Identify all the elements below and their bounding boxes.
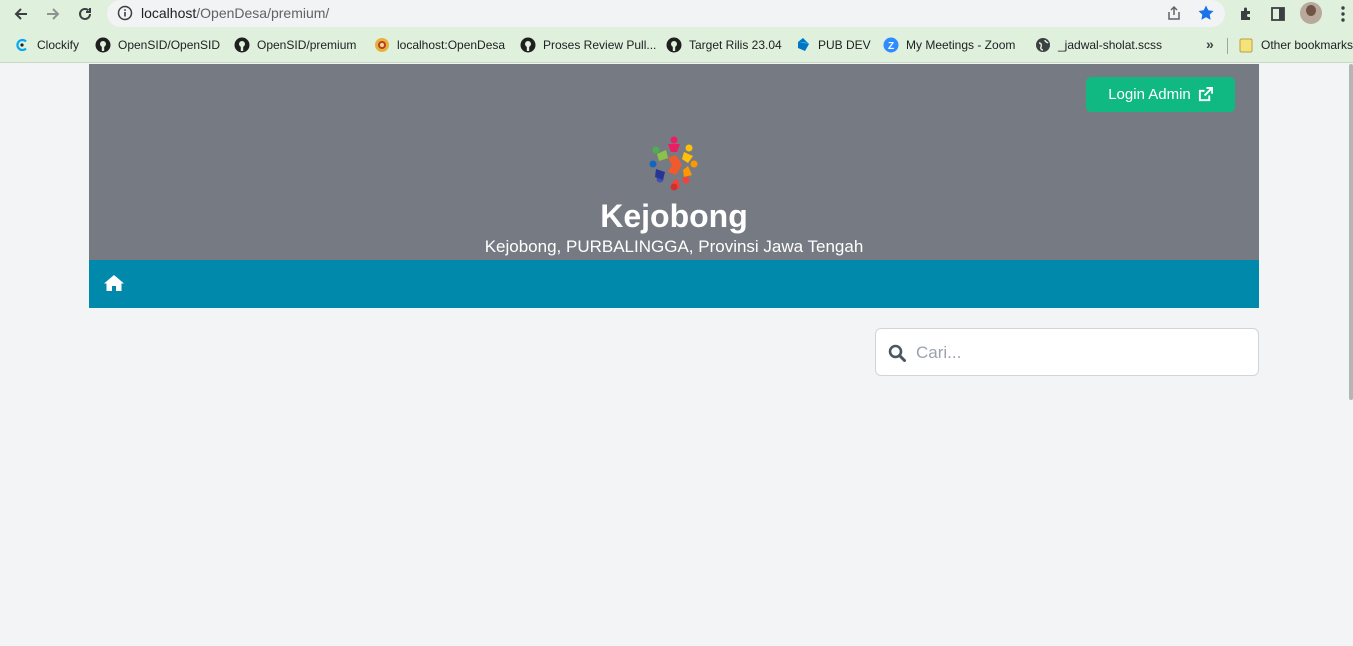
dart-icon: [795, 37, 811, 53]
external-link-icon: [1198, 87, 1213, 102]
bookmark-label: Target Rilis 23.04: [689, 38, 782, 52]
bookmark-label: Proses Review Pull...: [543, 38, 657, 52]
svg-text:Z: Z: [888, 41, 894, 52]
bookmark-label: PUB DEV: [818, 38, 871, 52]
bookmark-label: Clockify: [37, 38, 80, 52]
back-button[interactable]: [9, 2, 33, 26]
bookmarks-bar: Clockify OpenSID/OpenSID OpenSID/premium…: [0, 28, 1353, 63]
zoom-icon: Z: [883, 37, 899, 53]
address-bar[interactable]: localhost/OpenDesa/premium/: [107, 0, 1225, 27]
github-icon: [234, 37, 250, 53]
forward-button[interactable]: [41, 2, 65, 26]
bookmark-label: _jadwal-sholat.scss: [1058, 38, 1163, 52]
bookmark-separator: [1227, 38, 1228, 54]
bookmark-opensid-premium[interactable]: OpenSID/premium: [234, 36, 356, 54]
bookmark-proses-review[interactable]: Proses Review Pull...: [520, 36, 656, 54]
profile-avatar[interactable]: [1300, 2, 1322, 24]
more-bookmarks-button[interactable]: »: [1206, 36, 1214, 52]
login-admin-label: Login Admin: [1108, 86, 1191, 103]
url-host: localhost: [141, 5, 197, 21]
github-icon: [520, 37, 536, 53]
bookmark-pub-dev[interactable]: PUB DEV: [795, 36, 871, 54]
github-icon: [95, 37, 111, 53]
bookmark-clockify[interactable]: Clockify: [14, 36, 79, 54]
page-scrollbar[interactable]: [1349, 64, 1353, 400]
search-box: [875, 328, 1259, 376]
side-panel-icon[interactable]: [1268, 4, 1288, 24]
other-bookmarks-folder[interactable]: Other bookmarks: [1238, 36, 1353, 54]
globe-icon: [1035, 37, 1051, 53]
village-logo: [649, 136, 698, 191]
extensions-icon[interactable]: [1236, 4, 1256, 24]
reload-button[interactable]: [73, 2, 97, 26]
site-title: Kejobong: [600, 198, 748, 234]
share-icon[interactable]: [1165, 4, 1183, 22]
opendesa-icon: [374, 37, 390, 53]
folder-icon: [1238, 37, 1254, 53]
site-subtitle: Kejobong, PURBALINGGA, Provinsi Jawa Ten…: [484, 237, 864, 256]
bookmark-label: OpenSID/premium: [257, 38, 357, 52]
bookmark-label: OpenSID/OpenSID: [118, 38, 221, 52]
bookmark-zoom[interactable]: Z My Meetings - Zoom: [883, 36, 1015, 54]
login-admin-button[interactable]: Login Admin: [1086, 77, 1235, 112]
url-path: /OpenDesa/premium/: [196, 5, 330, 21]
search-icon: [888, 344, 906, 362]
browser-toolbar: localhost/OpenDesa/premium/: [0, 0, 1353, 28]
bookmark-opensid-opensid[interactable]: OpenSID/OpenSID: [95, 36, 220, 54]
main-navbar: [89, 260, 1259, 308]
bookmark-localhost-opendesa[interactable]: localhost:OpenDesa: [374, 36, 505, 54]
url-text: localhost/OpenDesa/premium/: [141, 5, 329, 21]
search-input[interactable]: [916, 339, 1246, 367]
bookmark-label: My Meetings - Zoom: [906, 38, 1016, 52]
home-icon[interactable]: [104, 274, 124, 292]
github-icon: [666, 37, 682, 53]
other-bookmarks-label: Other bookmarks: [1261, 38, 1353, 52]
bookmark-target-rilis[interactable]: Target Rilis 23.04: [666, 36, 782, 54]
clockify-icon: [14, 37, 30, 53]
menu-icon[interactable]: [1333, 4, 1353, 24]
info-icon[interactable]: [117, 5, 133, 21]
bookmark-jadwal-sholat[interactable]: _jadwal-sholat.scss: [1035, 36, 1162, 54]
bookmark-star-icon[interactable]: [1197, 4, 1215, 22]
bookmark-label: localhost:OpenDesa: [397, 38, 506, 52]
